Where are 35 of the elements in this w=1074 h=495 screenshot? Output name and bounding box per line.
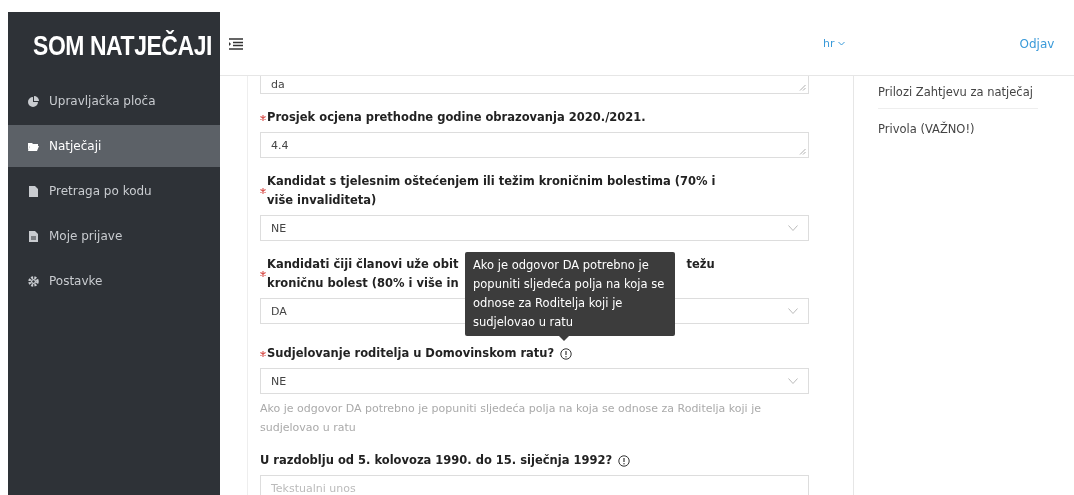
chevron-down-icon	[788, 225, 798, 231]
field-label: Prosjek ocjena prethodne godine obrazovanja 2020./2021.	[267, 109, 646, 126]
info-icon[interactable]	[618, 454, 631, 467]
field-label: Kandidati čiji članovi uže obit	[267, 256, 459, 273]
side-menu-item[interactable]: Prilozi Zahtjevu za natječaj	[878, 80, 1038, 109]
nav-item[interactable]: Upravljačka ploča	[8, 80, 220, 122]
nav-item[interactable]: Pretraga po kodu	[8, 170, 220, 212]
chevron-down-icon	[788, 378, 798, 384]
field-label: težu	[686, 256, 715, 273]
settings-icon	[28, 275, 39, 287]
field-label: kroničnu bolest (80% i više in	[267, 275, 459, 292]
nav-item[interactable]: Postavke	[8, 260, 220, 302]
tooltip-arrow	[559, 336, 569, 341]
select-dropdown[interactable]: NE	[260, 368, 809, 394]
info-icon[interactable]	[560, 347, 573, 360]
field-label: Kandidat s tjelesnim oštećenjem ili težim kroničnim bolestima (70% i više invaliditeta)	[267, 173, 717, 209]
chevron-down-icon	[837, 41, 845, 46]
nav-item[interactable]: Moje prijave	[8, 215, 220, 257]
resize-grip-icon	[799, 84, 806, 91]
text-area[interactable]: da	[260, 76, 809, 94]
chevron-down-icon	[788, 308, 798, 314]
select-dropdown[interactable]: NE	[260, 215, 809, 241]
side-menu-item[interactable]: Privola (VAŽNO!)	[878, 109, 1038, 145]
field-label: U razdoblju od 5. kolovoza 1990. do 15. siječnja 1992?	[260, 452, 613, 469]
file-icon	[28, 185, 39, 197]
logo-text: SOM NATJEČAJI	[33, 30, 212, 62]
help-text: Ako je odgovor DA potrebno je popuniti sljedeća polja na koja se odnose za Roditelja koji je sudjelovao u ratu	[260, 401, 762, 436]
text-area[interactable]: 4.4	[260, 132, 809, 158]
field-label: Sudjelovanje roditelja u Domovinskom ratu?	[267, 345, 555, 362]
pie-chart-icon	[28, 95, 39, 107]
menu-icon[interactable]	[229, 37, 243, 50]
folder-icon	[28, 140, 39, 152]
nav-item[interactable]: Natječaji	[8, 125, 220, 167]
resize-grip-icon	[799, 148, 806, 155]
document-icon	[28, 230, 39, 242]
